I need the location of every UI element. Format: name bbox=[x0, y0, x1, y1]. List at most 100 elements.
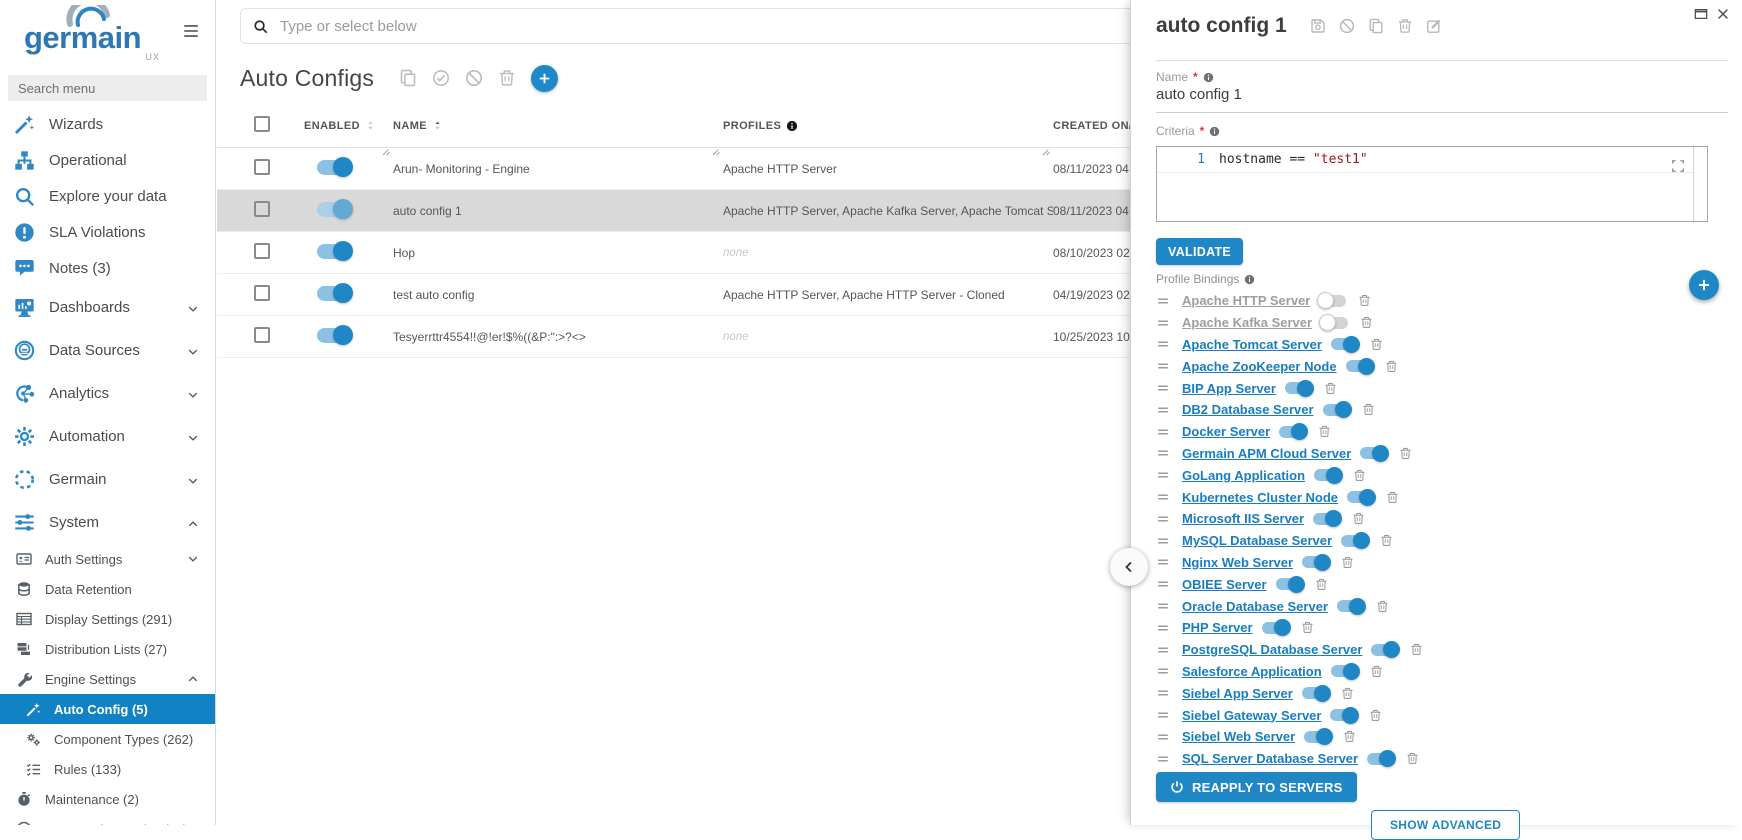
drag-handle-icon[interactable] bbox=[1156, 381, 1170, 395]
binding-toggle[interactable] bbox=[1314, 469, 1341, 481]
binding-toggle[interactable] bbox=[1337, 600, 1364, 612]
duplicate-button[interactable] bbox=[399, 69, 417, 87]
binding-link[interactable]: Germain APM Cloud Server bbox=[1182, 446, 1351, 461]
binding-link[interactable]: BIP App Server bbox=[1182, 381, 1276, 396]
enabled-toggle[interactable] bbox=[317, 160, 351, 175]
trash-icon[interactable] bbox=[1318, 425, 1331, 438]
drag-handle-icon[interactable] bbox=[1156, 730, 1170, 744]
row-checkbox[interactable] bbox=[254, 327, 270, 343]
drag-handle-icon[interactable] bbox=[1156, 664, 1170, 678]
trash-icon[interactable] bbox=[1353, 469, 1366, 482]
binding-toggle[interactable] bbox=[1285, 382, 1312, 394]
binding-link[interactable]: Nginx Web Server bbox=[1182, 555, 1293, 570]
binding-link[interactable]: Siebel Web Server bbox=[1182, 729, 1295, 744]
drag-handle-icon[interactable] bbox=[1156, 577, 1170, 591]
trash-icon[interactable] bbox=[1315, 578, 1328, 591]
row-checkbox[interactable] bbox=[254, 285, 270, 301]
sidebar-item-automation[interactable]: Automation bbox=[0, 415, 215, 458]
sidebar-item-sla-violations[interactable]: SLA Violations bbox=[0, 214, 215, 250]
row-checkbox[interactable] bbox=[254, 201, 270, 217]
binding-toggle[interactable] bbox=[1331, 665, 1358, 677]
drag-handle-icon[interactable] bbox=[1156, 512, 1170, 526]
drag-handle-icon[interactable] bbox=[1156, 446, 1170, 460]
binding-toggle[interactable] bbox=[1331, 338, 1358, 350]
sidebar-item-dashboards[interactable]: Dashboards bbox=[0, 286, 215, 329]
binding-toggle[interactable] bbox=[1279, 426, 1306, 438]
trash-icon[interactable] bbox=[1380, 534, 1393, 547]
binding-toggle[interactable] bbox=[1323, 404, 1350, 416]
drag-handle-icon[interactable] bbox=[1156, 534, 1170, 548]
maximize-panel-icon[interactable] bbox=[1694, 7, 1708, 21]
trash-icon[interactable] bbox=[1385, 360, 1398, 373]
binding-link[interactable]: Salesforce Application bbox=[1182, 664, 1322, 679]
column-header-enabled[interactable]: ENABLED bbox=[304, 120, 393, 132]
show-advanced-button[interactable]: SHOW ADVANCED bbox=[1371, 810, 1520, 840]
trash-icon[interactable] bbox=[1369, 709, 1382, 722]
binding-link[interactable]: Docker Server bbox=[1182, 424, 1270, 439]
validate-button[interactable]: VALIDATE bbox=[1156, 238, 1243, 265]
sidebar-item-data-retention[interactable]: Data Retention bbox=[0, 574, 215, 604]
sidebar-item-system[interactable]: System bbox=[0, 501, 215, 544]
drag-handle-icon[interactable] bbox=[1156, 425, 1170, 439]
hamburger-menu-icon[interactable] bbox=[181, 22, 201, 40]
binding-link[interactable]: Apache ZooKeeper Node bbox=[1182, 359, 1337, 374]
binding-toggle[interactable] bbox=[1346, 360, 1373, 372]
duplicate-icon[interactable] bbox=[1368, 18, 1384, 34]
sidebar-item-auth-settings[interactable]: Auth Settings bbox=[0, 544, 215, 574]
trash-icon[interactable] bbox=[1399, 447, 1412, 460]
trash-icon[interactable] bbox=[1362, 403, 1375, 416]
trash-icon[interactable] bbox=[1341, 556, 1354, 569]
trash-icon[interactable] bbox=[1370, 338, 1383, 351]
binding-toggle[interactable] bbox=[1319, 295, 1346, 307]
editor-scrollbar[interactable] bbox=[1693, 147, 1707, 221]
trash-icon[interactable] bbox=[1410, 643, 1423, 656]
binding-toggle[interactable] bbox=[1360, 447, 1387, 459]
trash-icon[interactable] bbox=[1406, 752, 1419, 765]
enabled-toggle[interactable] bbox=[317, 202, 351, 217]
binding-link[interactable]: SQL Server Database Server bbox=[1182, 751, 1358, 766]
select-all-checkbox[interactable] bbox=[254, 116, 270, 132]
sidebar-item-germain[interactable]: Germain bbox=[0, 458, 215, 501]
column-header-profiles[interactable]: PROFILES bbox=[723, 120, 1053, 132]
binding-link[interactable]: MySQL Database Server bbox=[1182, 533, 1332, 548]
binding-toggle[interactable] bbox=[1276, 578, 1303, 590]
binding-link[interactable]: Apache Kafka Server bbox=[1182, 315, 1312, 330]
enabled-toggle[interactable] bbox=[317, 286, 351, 301]
binding-link[interactable]: DB2 Database Server bbox=[1182, 402, 1314, 417]
sidebar-item-operational[interactable]: Operational bbox=[0, 142, 215, 178]
binding-toggle[interactable] bbox=[1302, 556, 1329, 568]
sidebar-item-engine-settings[interactable]: Engine Settings bbox=[0, 664, 215, 694]
binding-toggle[interactable] bbox=[1371, 644, 1398, 656]
trash-icon[interactable] bbox=[1358, 294, 1371, 307]
sidebar-item-display-settings-291[interactable]: Display Settings (291) bbox=[0, 604, 215, 634]
sidebar-item-analytics[interactable]: Analytics bbox=[0, 372, 215, 415]
trash-icon[interactable] bbox=[1352, 512, 1365, 525]
binding-toggle[interactable] bbox=[1341, 535, 1368, 547]
binding-toggle[interactable] bbox=[1313, 513, 1340, 525]
binding-link[interactable]: Kubernetes Cluster Node bbox=[1182, 490, 1338, 505]
edit-icon[interactable] bbox=[1426, 18, 1442, 34]
drag-handle-icon[interactable] bbox=[1156, 359, 1170, 373]
sidebar-search-input[interactable] bbox=[8, 75, 207, 101]
add-binding-button[interactable] bbox=[1689, 270, 1719, 300]
binding-toggle[interactable] bbox=[1367, 753, 1394, 765]
drag-handle-icon[interactable] bbox=[1156, 643, 1170, 657]
expand-editor-icon[interactable] bbox=[1671, 159, 1685, 173]
trash-icon[interactable] bbox=[1376, 600, 1389, 613]
sidebar-item-distribution-lists-27[interactable]: Distribution Lists (27) bbox=[0, 634, 215, 664]
sidebar-item-auto-config-5[interactable]: Auto Config (5) bbox=[0, 694, 215, 724]
binding-link[interactable]: Apache HTTP Server bbox=[1182, 293, 1310, 308]
drag-handle-icon[interactable] bbox=[1156, 599, 1170, 613]
sidebar-item-data-sources[interactable]: Data Sources bbox=[0, 329, 215, 372]
drag-handle-icon[interactable] bbox=[1156, 490, 1170, 504]
save-icon[interactable] bbox=[1310, 18, 1326, 34]
binding-toggle[interactable] bbox=[1262, 622, 1289, 634]
drag-handle-icon[interactable] bbox=[1156, 468, 1170, 482]
binding-link[interactable]: Oracle Database Server bbox=[1182, 599, 1328, 614]
row-checkbox[interactable] bbox=[254, 159, 270, 175]
binding-toggle[interactable] bbox=[1347, 491, 1374, 503]
binding-toggle[interactable] bbox=[1304, 731, 1331, 743]
column-header-name[interactable]: NAME bbox=[393, 120, 723, 132]
sidebar-item-wizards[interactable]: Wizards bbox=[0, 106, 215, 142]
binding-link[interactable]: OBIEE Server bbox=[1182, 577, 1267, 592]
